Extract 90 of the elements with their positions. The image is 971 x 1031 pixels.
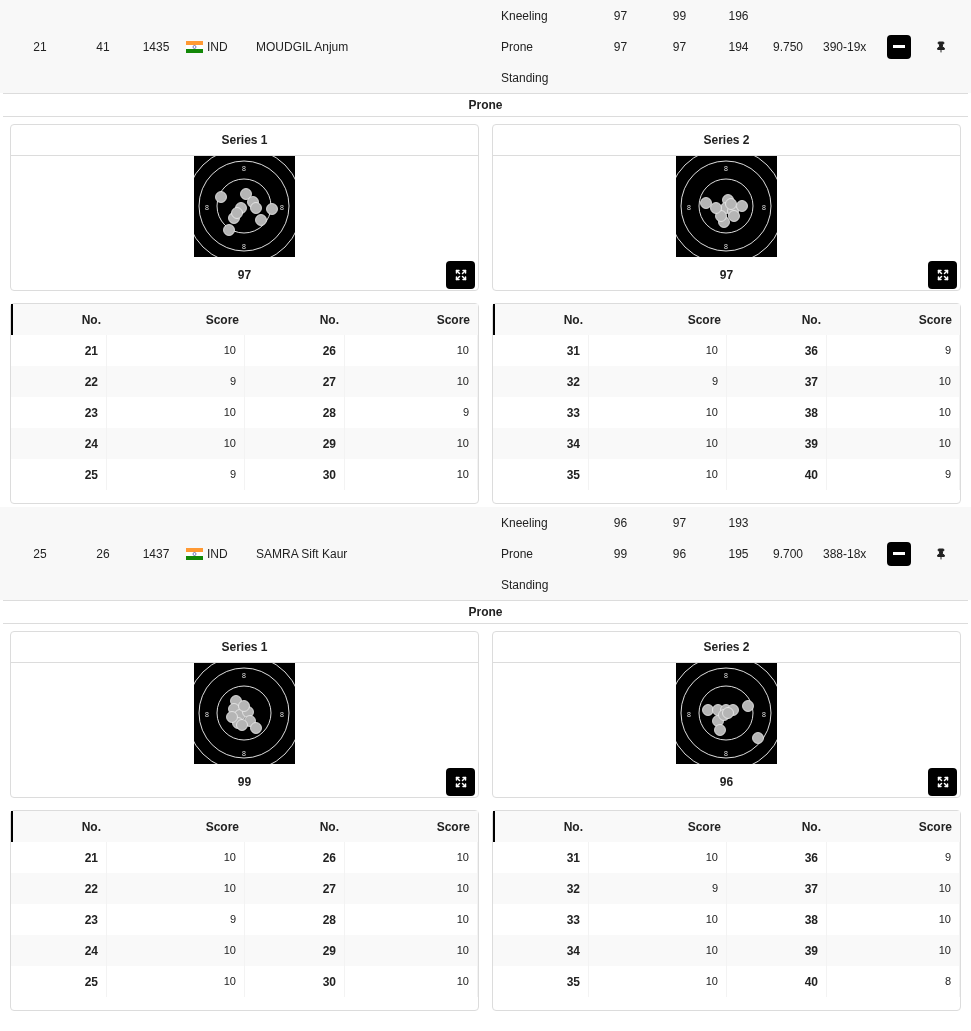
stage-score: 97 xyxy=(671,514,688,532)
nation-text: IND xyxy=(207,38,228,56)
column-header: Score xyxy=(686,818,722,836)
table-cell: 10 xyxy=(345,966,478,997)
stage-score: 96 xyxy=(612,514,629,532)
column-header: No. xyxy=(80,311,102,329)
pin-icon[interactable] xyxy=(935,40,947,53)
expand-icon xyxy=(936,269,949,281)
expand-icon xyxy=(454,269,467,281)
stage-score: 194 xyxy=(727,38,750,56)
column-header: No. xyxy=(318,311,340,329)
table-cell: 30 xyxy=(245,459,345,490)
table-cell: 9 xyxy=(827,459,960,490)
collapse-button[interactable] xyxy=(887,541,911,566)
stage-score: 195 xyxy=(727,545,750,563)
table-cell: 10 xyxy=(589,459,727,490)
stage-label: Kneeling xyxy=(501,514,549,532)
table-cell: 40 xyxy=(727,966,827,997)
column-header: No. xyxy=(562,311,584,329)
stage-label: Standing xyxy=(501,576,550,594)
expand-button[interactable] xyxy=(928,261,957,289)
table-cell: 10 xyxy=(589,966,727,997)
athlete-name: SAMRA Sift Kaur xyxy=(256,545,349,563)
stage-score: 196 xyxy=(727,7,750,25)
expand-button[interactable] xyxy=(446,261,475,289)
column-header: No. xyxy=(562,818,584,836)
stage-score: 96 xyxy=(671,545,688,563)
stage-score: 97 xyxy=(612,38,629,56)
expand-button[interactable] xyxy=(446,768,475,796)
athlete-name: MOUDGIL Anjum xyxy=(256,38,350,56)
table-cell: 40 xyxy=(727,459,827,490)
table-cell: 8 xyxy=(827,966,960,997)
column-header: No. xyxy=(318,818,340,836)
column-header: Score xyxy=(917,311,953,329)
detail-title: Prone xyxy=(468,97,503,114)
column-header: Score xyxy=(204,311,240,329)
column-text: 26 xyxy=(95,545,111,563)
table-cell: 25 xyxy=(11,966,107,997)
total-text: 390-19x xyxy=(823,38,868,56)
table-cell: 25 xyxy=(11,459,107,490)
nation-text: IND xyxy=(207,545,228,563)
column-header: Score xyxy=(917,818,953,836)
pin-icon[interactable] xyxy=(935,547,947,560)
bib-text: 1437 xyxy=(141,545,171,563)
stage-score: 97 xyxy=(671,38,688,56)
flag-icon xyxy=(186,547,203,560)
column-header: No. xyxy=(800,818,822,836)
flag-icon xyxy=(186,40,203,53)
stage-score: 97 xyxy=(612,7,629,25)
rank-text: 25 xyxy=(32,545,48,563)
column-header: Score xyxy=(435,311,471,329)
column-header: No. xyxy=(80,818,102,836)
stage-score: 99 xyxy=(671,7,688,25)
column-header: No. xyxy=(800,311,822,329)
rank-text: 21 xyxy=(32,38,48,56)
average-text: 9.700 xyxy=(773,545,805,563)
series-title: Series 1 xyxy=(221,639,268,656)
average-text: 9.750 xyxy=(773,38,805,56)
series-score: 97 xyxy=(237,267,252,284)
stage-label: Prone xyxy=(501,38,535,56)
column-header: Score xyxy=(204,818,240,836)
table-cell: 10 xyxy=(345,459,478,490)
expand-icon xyxy=(454,776,467,788)
table-cell: 35 xyxy=(493,459,589,490)
series-score: 96 xyxy=(719,774,734,791)
series-score: 97 xyxy=(719,267,734,284)
table-cell: 10 xyxy=(107,966,245,997)
column-text: 41 xyxy=(95,38,111,56)
minus-icon xyxy=(893,45,905,48)
total-text: 388-18x xyxy=(823,545,868,563)
stage-label: Prone xyxy=(501,545,535,563)
bib-text: 1435 xyxy=(141,38,171,56)
table-cell: 9 xyxy=(107,459,245,490)
stage-label: Kneeling xyxy=(501,7,549,25)
expand-icon xyxy=(936,776,949,788)
series-title: Series 2 xyxy=(703,132,750,149)
column-header: Score xyxy=(686,311,722,329)
stage-label: Standing xyxy=(501,69,550,87)
collapse-button[interactable] xyxy=(887,34,911,59)
expand-button[interactable] xyxy=(928,768,957,796)
table-cell: 35 xyxy=(493,966,589,997)
stage-score: 99 xyxy=(612,545,629,563)
series-title: Series 1 xyxy=(221,132,268,149)
series-score: 99 xyxy=(237,774,252,791)
detail-title: Prone xyxy=(468,604,503,621)
column-header: Score xyxy=(435,818,471,836)
minus-icon xyxy=(893,552,905,555)
stage-score: 193 xyxy=(727,514,750,532)
table-cell: 30 xyxy=(245,966,345,997)
series-title: Series 2 xyxy=(703,639,750,656)
